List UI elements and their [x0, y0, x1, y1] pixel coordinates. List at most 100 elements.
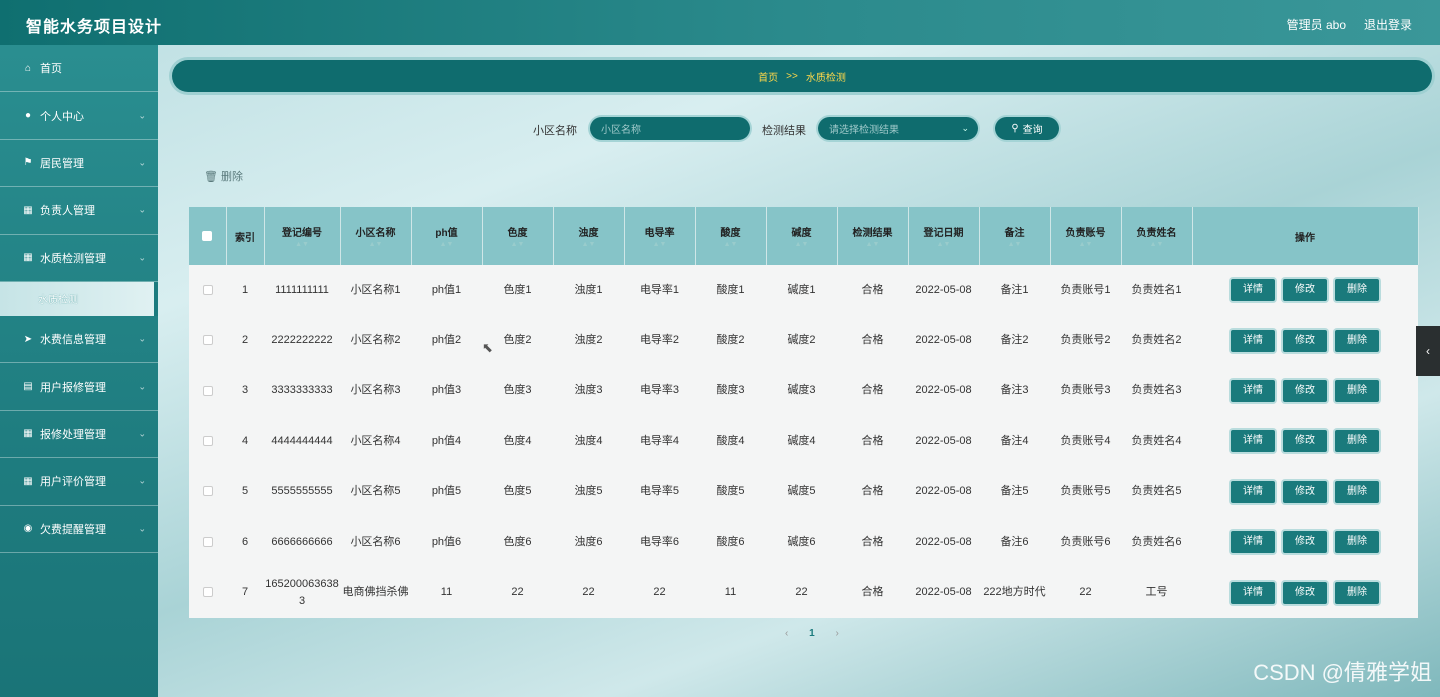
sidebar-subitem-active[interactable]: 水质检测 [0, 281, 158, 316]
delete-button[interactable]: 删除 [1335, 581, 1379, 604]
sidebar-item[interactable]: ➤ 水费信息管理 ⌄ [0, 316, 158, 364]
table-body: 1 1111111111 小区名称1 ph值1 色度1 浊度1 电导率1 酸度1 碱度1 合格 20… [189, 265, 1418, 618]
delete-button[interactable]: 删除 [1335, 279, 1379, 302]
pin-icon: ◉ [23, 523, 33, 535]
sort-icon[interactable]: ▲▼ [767, 241, 837, 248]
detail-button[interactable]: 详情 [1231, 581, 1275, 604]
row-checkbox[interactable] [202, 587, 213, 598]
sort-icon[interactable]: ▲▼ [341, 241, 411, 248]
sort-icon[interactable]: ▲▼ [625, 241, 695, 248]
collapse-panel-button[interactable]: ‹ [1416, 326, 1440, 376]
detail-button[interactable]: 详情 [1231, 329, 1275, 352]
batch-delete-button[interactable]: 🗑 删除 [204, 168, 243, 184]
delete-button[interactable]: 删除 [1335, 379, 1379, 402]
prev-page-button[interactable]: ‹ [785, 628, 788, 639]
column-header-label: 登记编号 [282, 228, 322, 239]
sidebar-item[interactable]: ▦ 水质检测管理 ⌄ [0, 235, 158, 282]
column-header[interactable]: 登记编号 ▲▼ [264, 207, 341, 265]
column-header[interactable]: 负责姓名 ▲▼ [1121, 207, 1193, 265]
column-header[interactable]: 索引 [226, 207, 265, 265]
page-number[interactable]: 1 [809, 628, 815, 639]
edit-button[interactable]: 修改 [1283, 581, 1327, 604]
edit-button[interactable]: 修改 [1283, 329, 1327, 352]
sort-icon[interactable]: ▲▼ [909, 241, 979, 248]
table-cell: 碱度4 [787, 434, 816, 447]
column-header-label: 负责账号 [1065, 228, 1106, 239]
table-cell: 合格 [861, 384, 884, 397]
sort-icon[interactable]: ▲▼ [838, 241, 908, 248]
sidebar-item[interactable]: ▤ 用户报修管理 ⌄ [0, 363, 158, 411]
row-checkbox-cell [189, 517, 226, 567]
detail-button[interactable]: 详情 [1231, 531, 1275, 554]
column-header-label: 索引 [235, 232, 255, 244]
table-cell: 2 [241, 334, 249, 347]
sidebar-item[interactable]: ▦ 报修处理管理 ⌄ [0, 411, 158, 459]
column-header[interactable]: 负责账号 ▲▼ [1050, 207, 1122, 265]
table-cell: 碱度6 [787, 535, 816, 548]
delete-button[interactable]: 删除 [1335, 430, 1379, 453]
detail-button[interactable]: 详情 [1231, 279, 1275, 302]
row-actions: 详情 修改 删除 [1192, 265, 1418, 315]
table-cell: 浊度2 [574, 334, 603, 347]
column-header[interactable]: 酸度 ▲▼ [695, 207, 767, 265]
column-header[interactable]: 备注 ▲▼ [979, 207, 1051, 265]
row-checkbox[interactable] [202, 435, 213, 446]
result-select[interactable]: 请选择检测结果 ⌄ [818, 117, 978, 140]
column-header[interactable]: 检测结果 ▲▼ [837, 207, 909, 265]
row-checkbox[interactable] [202, 486, 213, 497]
table-cell: 酸度3 [716, 384, 745, 397]
community-search-input[interactable]: 小区名称 [590, 117, 750, 140]
sidebar-item[interactable]: ◉ 欠费提醒管理 ⌄ [0, 506, 158, 553]
row-checkbox[interactable] [202, 385, 213, 396]
edit-button[interactable]: 修改 [1283, 480, 1327, 503]
sort-icon[interactable]: ▲▼ [1051, 241, 1121, 248]
edit-button[interactable]: 修改 [1283, 430, 1327, 453]
sort-icon[interactable]: ▲▼ [1122, 241, 1192, 248]
column-header[interactable]: ph值 ▲▼ [411, 207, 483, 265]
sort-icon[interactable]: ▲▼ [483, 241, 553, 248]
logout-link[interactable]: 退出登录 [1364, 16, 1412, 33]
delete-button[interactable]: 删除 [1335, 480, 1379, 503]
select-all-checkbox[interactable] [202, 230, 213, 241]
column-header[interactable]: 电导率 ▲▼ [624, 207, 696, 265]
sidebar-item[interactable]: ▦ 用户评价管理 ⌄ [0, 458, 158, 506]
column-header[interactable]: 小区名称 ▲▼ [340, 207, 412, 265]
search-button[interactable]: ⚲ 查询 [995, 117, 1059, 140]
edit-button[interactable]: 修改 [1283, 379, 1327, 402]
row-checkbox[interactable] [202, 536, 213, 547]
table-cell: 11 [724, 586, 737, 599]
sort-icon[interactable]: ▲▼ [980, 241, 1050, 248]
result-placeholder: 请选择检测结果 [829, 125, 899, 136]
row-checkbox[interactable] [202, 335, 213, 346]
breadcrumb-home[interactable]: 首页 [758, 69, 778, 84]
grid-icon: ▦ [23, 204, 33, 216]
column-header[interactable]: 浊度 ▲▼ [553, 207, 625, 265]
table-cell: 浊度3 [574, 384, 603, 397]
table-cell: 22 [511, 586, 524, 599]
sort-icon[interactable]: ▲▼ [554, 241, 624, 248]
column-header[interactable]: 碱度 ▲▼ [766, 207, 838, 265]
table-cell: 工号 [1145, 586, 1168, 599]
column-header[interactable]: 登记日期 ▲▼ [908, 207, 980, 265]
table-cell: 电导率1 [639, 283, 680, 296]
detail-button[interactable]: 详情 [1231, 480, 1275, 503]
edit-button[interactable]: 修改 [1283, 531, 1327, 554]
sidebar-item[interactable]: ⚑ 居民管理 ⌄ [0, 140, 158, 188]
sort-icon[interactable]: ▲▼ [412, 241, 482, 248]
next-page-button[interactable]: › [835, 628, 838, 639]
delete-button[interactable]: 删除 [1335, 329, 1379, 352]
edit-button[interactable]: 修改 [1283, 279, 1327, 302]
sidebar-item[interactable]: ▦ 负责人管理 ⌄ [0, 187, 158, 235]
row-checkbox[interactable] [202, 284, 213, 295]
sort-icon[interactable]: ▲▼ [696, 241, 766, 248]
delete-button[interactable]: 删除 [1335, 531, 1379, 554]
sidebar-item[interactable]: ⌂ 首页 [0, 45, 158, 93]
detail-button[interactable]: 详情 [1231, 379, 1275, 402]
detail-button[interactable]: 详情 [1231, 430, 1275, 453]
table-cell: 酸度1 [716, 283, 745, 296]
app-title: 智能水务项目设计 [26, 19, 163, 36]
column-header[interactable]: 色度 ▲▼ [482, 207, 554, 265]
table-cell: 色度5 [503, 485, 532, 498]
sort-icon[interactable]: ▲▼ [265, 241, 340, 248]
table-cell: 色度3 [503, 384, 532, 397]
